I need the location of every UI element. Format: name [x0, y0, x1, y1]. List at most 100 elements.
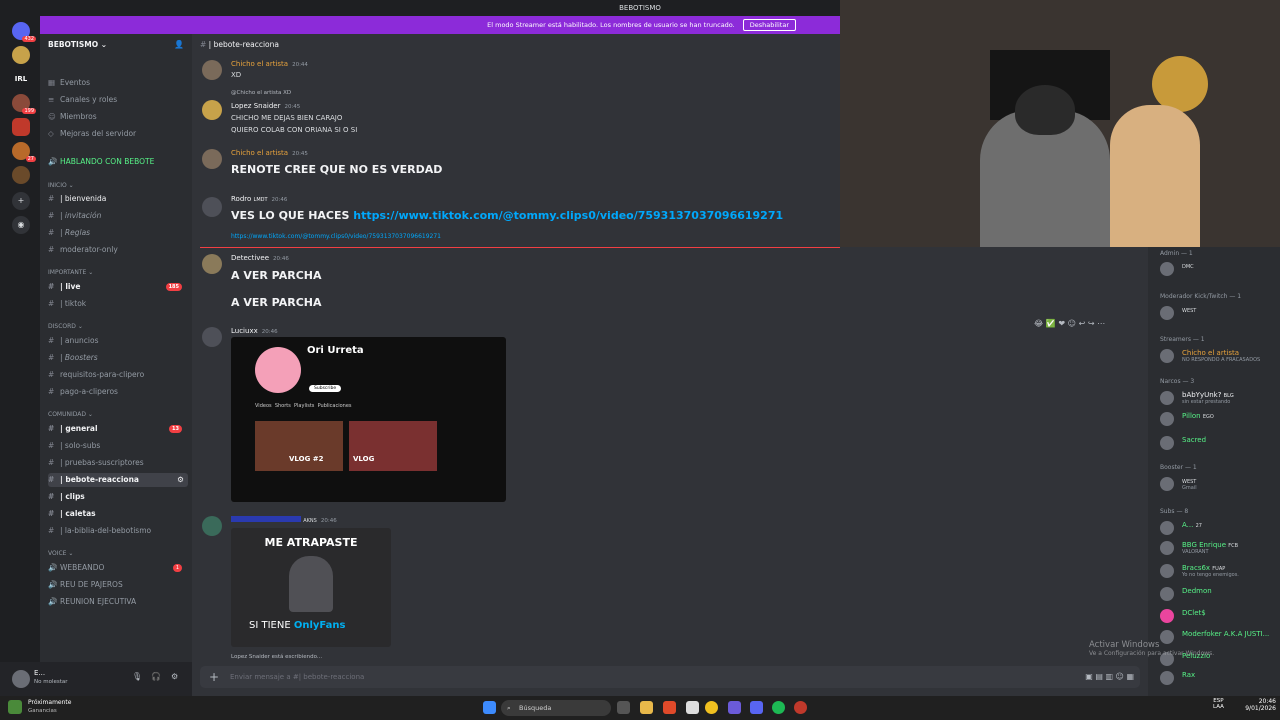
member-item[interactable]: Rax	[1160, 670, 1278, 686]
task-view-icon[interactable]	[617, 701, 630, 714]
image-attachment[interactable]: ME ATRAPASTE SI TIENE OnlyFans	[231, 528, 391, 647]
check-icon[interactable]: ✅	[1046, 319, 1056, 328]
message-author[interactable]: Lopez Snaider 20:45	[231, 102, 300, 110]
disable-streamer-button[interactable]: Deshabilitar	[742, 19, 796, 31]
message-author[interactable]: Chicho el artista 20:45	[231, 149, 308, 157]
sidebar-item-boosts[interactable]: ◇ Mejoras del servidor	[48, 127, 188, 141]
sidebar-item-voice-highlight[interactable]: 🔊 HABLANDO CON BEBOTE	[48, 155, 188, 169]
headphones-icon[interactable]: 🎧	[151, 672, 161, 681]
channel-bienvenida[interactable]: # | bienvenida	[48, 192, 188, 206]
member-item[interactable]: BBG Enrique FCB VALORANT	[1160, 540, 1278, 556]
member-item[interactable]: DMC	[1160, 261, 1278, 277]
channel-reglas[interactable]: # | Reglas	[48, 226, 188, 240]
member-item[interactable]: DClet$	[1160, 608, 1278, 624]
avatar[interactable]	[202, 516, 222, 536]
channel-pruebas[interactable]: # | pruebas-suscriptores	[48, 456, 188, 470]
reaction-icon[interactable]: 😂	[1034, 319, 1043, 328]
language-indicator[interactable]: ESP LAA	[1213, 698, 1224, 710]
reply-icon[interactable]: ↩	[1079, 319, 1086, 328]
server-icon[interactable]: 27	[12, 142, 36, 162]
sidebar-item-channels-roles[interactable]: ≡ Canales y roles	[48, 93, 188, 107]
teams-icon[interactable]	[728, 701, 741, 714]
app-icon[interactable]	[794, 701, 807, 714]
server-name[interactable]: BEBOTISMO ⌄	[48, 40, 107, 49]
reply-preview[interactable]: @Chicho el artista XD	[231, 90, 291, 96]
brave-icon[interactable]	[663, 701, 676, 714]
channel-biblia[interactable]: # | la-biblia-del-bebotismo	[48, 524, 188, 538]
more-icon[interactable]: ⋯	[1097, 319, 1105, 328]
sidebar-item-members[interactable]: ☺ Miembros	[48, 110, 188, 124]
taskbar-search[interactable]: ⌕ Búsqueda	[501, 700, 611, 716]
clock[interactable]: 20:46 9/01/2026	[1240, 698, 1276, 712]
member-item[interactable]: Sacred	[1160, 435, 1278, 451]
avatar[interactable]	[12, 670, 30, 688]
explorer-icon[interactable]	[640, 701, 653, 714]
channel-bebote-reacciona[interactable]: # | bebote-reacciona ⚙	[48, 473, 188, 487]
gear-icon[interactable]: ⚙	[171, 672, 178, 681]
category-comunidad[interactable]: COMUNIDAD ⌄	[48, 411, 93, 418]
member-item[interactable]: A... 27	[1160, 520, 1278, 536]
member-item[interactable]: WEST	[1160, 305, 1278, 321]
chrome-icon[interactable]	[705, 701, 718, 714]
avatar[interactable]	[202, 197, 222, 217]
message-author[interactable]: AKNS 20:46	[231, 516, 337, 524]
avatar[interactable]	[202, 254, 222, 274]
server-irl-icon[interactable]: IRL	[12, 70, 30, 88]
message-author[interactable]: Rodro LMDT 20:46	[231, 195, 287, 203]
member-item[interactable]: bAbYyUnk? BLG sin estar prestando	[1160, 390, 1278, 406]
sidebar-item-eventos[interactable]: ▦ Eventos	[48, 76, 188, 90]
add-reaction-icon[interactable]: ☺	[1068, 319, 1076, 328]
channel-clips[interactable]: # | clips	[48, 490, 188, 504]
message-author[interactable]: Detectivee 20:46	[231, 254, 289, 262]
voice-webeando[interactable]: 🔊 WEBEANDO 1	[48, 561, 188, 575]
avatar[interactable]	[202, 60, 222, 80]
home-icon[interactable]: 432	[12, 22, 36, 42]
apps-icon[interactable]: ▦	[1126, 672, 1134, 681]
settings-icon[interactable]: ⚙	[177, 473, 184, 487]
voice-reunion[interactable]: 🔊 REUNION EJECUTIVA	[48, 595, 188, 609]
member-item[interactable]: WEST Gmail	[1160, 476, 1278, 492]
server-icon[interactable]	[12, 46, 30, 64]
channel-invitacion[interactable]: # | invitación	[48, 209, 188, 223]
channel-solo-subs[interactable]: # | solo-subs	[48, 439, 188, 453]
avatar[interactable]	[202, 327, 222, 347]
weather-icon[interactable]	[8, 700, 22, 714]
server-icon[interactable]: 199	[12, 94, 36, 114]
start-icon[interactable]	[483, 701, 496, 714]
member-item[interactable]: Dedmon	[1160, 586, 1278, 602]
message-input[interactable]: + Enviar mensaje a #| bebote-reacciona ▣…	[200, 666, 1140, 688]
channel-pago[interactable]: # pago-a-cliperos	[48, 385, 188, 399]
voice-reu[interactable]: 🔊 REU DE PAJEROS	[48, 578, 188, 592]
member-item[interactable]: Chicho el artista NO RESPONDO A FRACASADO…	[1160, 348, 1278, 364]
add-member-icon[interactable]: 👤	[174, 40, 184, 49]
channel-requisitos[interactable]: # requisitos-para-clipero	[48, 368, 188, 382]
app-icon[interactable]	[686, 701, 699, 714]
category-inicio[interactable]: INICIO ⌄	[48, 182, 74, 189]
server-icon[interactable]	[12, 166, 30, 184]
member-item[interactable]: Pillon EGO	[1160, 411, 1278, 427]
category-discord[interactable]: DISCORD ⌄	[48, 323, 83, 330]
message-author[interactable]: Chicho el artista 20:44	[231, 60, 308, 68]
message-author[interactable]: Luciuxx 20:46	[231, 327, 278, 335]
channel-live[interactable]: # | live 185	[48, 280, 188, 294]
spotify-icon[interactable]	[772, 701, 785, 714]
sticker-icon[interactable]: ▥	[1105, 672, 1113, 681]
channel-tiktok[interactable]: # | tiktok	[48, 297, 188, 311]
channel-anuncios[interactable]: # | anuncios	[48, 334, 188, 348]
image-attachment[interactable]: Ori Urreta Subscribe Videos Shorts Playl…	[231, 337, 506, 502]
avatar[interactable]	[202, 149, 222, 169]
message-link[interactable]: https://www.tiktok.com/@tommy.clips0/vid…	[353, 209, 783, 222]
channel-moderator-only[interactable]: # moderator-only	[48, 243, 188, 257]
emoji-icon[interactable]: ☺	[1116, 672, 1124, 681]
add-server-icon[interactable]: +	[12, 192, 30, 210]
member-item[interactable]: Bracs6x FUAP Yo no tengo enemigos.	[1160, 563, 1278, 579]
avatar[interactable]	[202, 100, 222, 120]
heart-icon[interactable]: ❤	[1058, 319, 1065, 328]
weather-text[interactable]: Próximamente	[28, 699, 71, 706]
microphone-icon[interactable]: 🎙	[132, 672, 142, 681]
channel-caletas[interactable]: # | caletas	[48, 507, 188, 521]
add-attachment-icon[interactable]: +	[209, 666, 219, 688]
gif-icon[interactable]: ▤	[1095, 672, 1103, 681]
message-link-small[interactable]: https://www.tiktok.com/@tommy.clips0/vid…	[231, 233, 441, 240]
forward-icon[interactable]: ↪	[1088, 319, 1095, 328]
